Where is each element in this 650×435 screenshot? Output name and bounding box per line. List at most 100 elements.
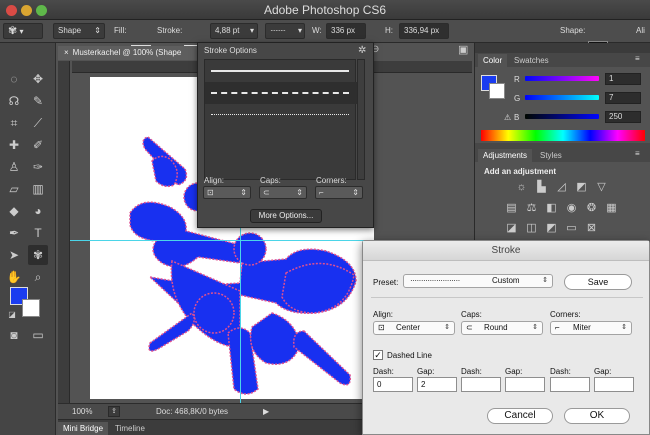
black-white-icon[interactable]: ◧ [545, 202, 558, 215]
pen-tool-icon[interactable]: ✒ [4, 223, 24, 243]
gap-2-field[interactable] [505, 377, 545, 392]
tab-color[interactable]: Color [478, 54, 508, 67]
tab-mini-bridge[interactable]: Mini Bridge [58, 422, 109, 435]
levels-icon[interactable]: ▙ [535, 181, 548, 194]
path-selection-tool-icon[interactable]: ➤ [4, 245, 24, 265]
healing-brush-tool-icon[interactable]: ✚ [4, 135, 24, 155]
color-balance-icon[interactable]: ⚖ [525, 202, 538, 215]
close-icon[interactable]: × [64, 48, 69, 57]
corners-select[interactable]: ⌐ Miter ⇕ [550, 321, 632, 335]
stroke-list-scrollbar[interactable] [357, 59, 365, 180]
tool-mode-select[interactable]: Shape ⇕ [53, 23, 105, 39]
threshold-icon[interactable]: ◩ [545, 222, 558, 235]
photo-filter-icon[interactable]: ◉ [565, 202, 578, 215]
custom-shape-tool-icon[interactable]: ✾ [28, 245, 48, 265]
save-button[interactable]: Save [564, 274, 632, 290]
export-icon[interactable]: ⇪ [108, 406, 120, 417]
color-spectrum-bar[interactable] [481, 130, 645, 141]
quick-mask-icon[interactable]: ◙ [4, 325, 24, 345]
tab-styles[interactable]: Styles [535, 149, 567, 162]
zoom-level[interactable]: 100% [72, 404, 92, 420]
selective-color-icon[interactable]: ⊠ [585, 222, 598, 235]
quick-selection-tool-icon[interactable]: ✎ [28, 91, 48, 111]
curves-icon[interactable]: ◿ [555, 181, 568, 194]
dashed-line-checkbox[interactable]: ✓ [373, 350, 383, 360]
dash-2-field[interactable] [461, 377, 501, 392]
background-color-swatch[interactable] [489, 83, 505, 99]
corners-select[interactable]: ⌐ ⇕ [315, 186, 363, 199]
blue-slider[interactable] [525, 114, 599, 119]
type-tool-icon[interactable]: T [28, 223, 48, 243]
color-lookup-icon[interactable]: ▦ [605, 202, 618, 215]
invert-icon[interactable]: ◪ [505, 222, 518, 235]
panel-menu-icon[interactable]: ≡ [635, 149, 640, 158]
cancel-button[interactable]: Cancel [487, 408, 553, 424]
stroke-options-title: Stroke Options [204, 46, 257, 55]
align-select[interactable]: ⊡ Center ⇕ [373, 321, 455, 335]
dash-1-field[interactable]: 0 [373, 377, 413, 392]
clone-stamp-tool-icon[interactable]: ♙ [4, 157, 24, 177]
blue-value[interactable]: 250 [605, 111, 641, 123]
caps-select[interactable]: ⊂ Round ⇕ [461, 321, 543, 335]
vibrance-icon[interactable]: ▽ [595, 181, 608, 194]
preset-select[interactable]: ······················· Custom ⇕ [403, 274, 553, 288]
eyedropper-tool-icon[interactable]: ⟋ [28, 113, 48, 133]
eraser-tool-icon[interactable]: ▱ [4, 179, 24, 199]
green-value[interactable]: 7 [605, 92, 641, 104]
chevron-updown-icon: ⇕ [532, 324, 538, 331]
brightness-contrast-icon[interactable]: ☼ [515, 181, 528, 194]
tab-timeline[interactable]: Timeline [110, 422, 150, 435]
dotted-stroke-preset[interactable] [205, 104, 357, 126]
channel-mixer-icon[interactable]: ❂ [585, 202, 598, 215]
path-operations-icon[interactable]: ▣ [458, 43, 468, 56]
panel-menu-icon[interactable]: ≡ [635, 54, 640, 63]
align-select[interactable]: ⊡ ⇕ [203, 186, 251, 199]
default-colors-icon[interactable]: ◪ [2, 305, 22, 325]
dashed-stroke-preset[interactable] [205, 82, 357, 104]
move-tool-icon[interactable]: ✥ [28, 69, 48, 89]
tool-preset-picker[interactable]: ✾ ▾ [3, 23, 43, 39]
caps-select[interactable]: ⊂ ⇕ [259, 186, 307, 199]
crop-tool-icon[interactable]: ⌗ [4, 113, 24, 133]
dash-3-field[interactable] [550, 377, 590, 392]
width-field[interactable]: 336 px [326, 23, 366, 39]
ok-button[interactable]: OK [564, 408, 630, 424]
vertical-ruler[interactable] [58, 61, 70, 403]
gap-3-field[interactable] [594, 377, 634, 392]
green-slider[interactable] [525, 95, 599, 100]
zoom-tool-icon[interactable]: ⌕ [28, 267, 48, 287]
exposure-icon[interactable]: ◩ [575, 181, 588, 194]
fill-label: Fill: [114, 26, 127, 35]
dodge-tool-icon[interactable]: ◕ [28, 201, 48, 221]
more-options-button[interactable]: More Options... [250, 209, 322, 223]
tab-adjustments[interactable]: Adjustments [478, 149, 533, 162]
blur-tool-icon[interactable]: ◆ [4, 201, 24, 221]
solid-stroke-preset[interactable] [205, 60, 357, 82]
solid-line-icon [211, 70, 349, 72]
warning-icon[interactable]: ⚠ [504, 113, 511, 122]
gradient-map-icon[interactable]: ▭ [565, 222, 578, 235]
lasso-tool-icon[interactable]: ☊ [4, 91, 24, 111]
corner-miter-icon: ⌐ [555, 323, 560, 332]
height-field[interactable]: 336,94 px [399, 23, 449, 39]
history-brush-tool-icon[interactable]: ✑ [28, 157, 48, 177]
stroke-width-field[interactable]: 4,88 pt ▾ [210, 23, 258, 39]
posterize-icon[interactable]: ◫ [525, 222, 538, 235]
gear-icon[interactable]: ✲ [358, 45, 366, 56]
brush-tool-icon[interactable]: ✐ [28, 135, 48, 155]
hand-tool-icon[interactable]: ✋ [4, 267, 24, 287]
red-value[interactable]: 1 [605, 73, 641, 85]
gradient-tool-icon[interactable]: ▥ [28, 179, 48, 199]
stroke-type-list[interactable] [204, 59, 357, 180]
background-color-swatch[interactable] [22, 299, 40, 317]
gap-1-field[interactable]: 2 [417, 377, 457, 392]
adjustments-panel: Add an adjustment ☼ ▙ ◿ ◩ ▽ ▤ ⚖ ◧ ◉ ❂ ▦ … [475, 162, 650, 242]
play-icon[interactable]: ▶ [263, 404, 269, 420]
document-tab[interactable]: × Musterkachel @ 100% (Shape [58, 46, 198, 60]
screen-mode-icon[interactable]: ▭ [28, 325, 48, 345]
stroke-type-picker[interactable]: ········· ▾ [265, 23, 305, 39]
marquee-tool-icon[interactable]: ◌ [4, 69, 24, 89]
red-slider[interactable] [525, 76, 599, 81]
tab-swatches[interactable]: Swatches [509, 54, 554, 67]
hue-saturation-icon[interactable]: ▤ [505, 202, 518, 215]
